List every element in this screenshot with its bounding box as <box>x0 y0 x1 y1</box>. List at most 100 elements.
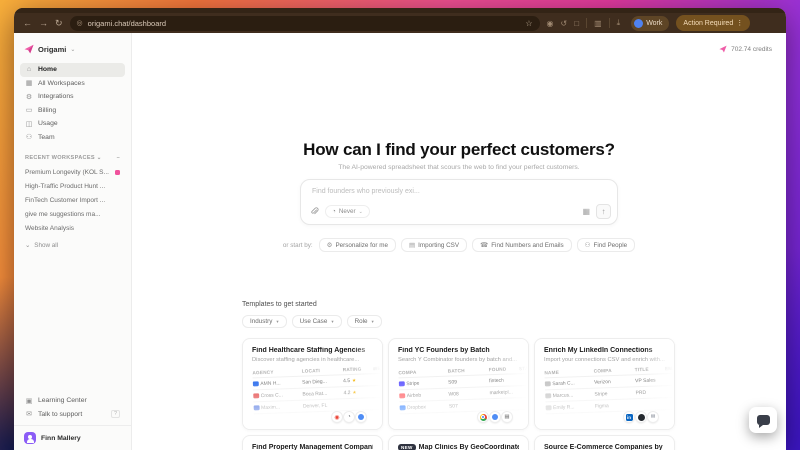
sidebar-item-label: Learning Center <box>38 397 87 404</box>
submit-button[interactable]: ↑ <box>596 204 611 219</box>
mini-table-cell: Verizon <box>594 378 635 385</box>
cell-text: S07 <box>449 403 458 409</box>
bookmark-star-icon[interactable]: ☆ <box>525 19 532 28</box>
sidebar-item-billing[interactable]: ▭Billing <box>20 104 125 118</box>
sidebar-footer: ▣Learning Center✉Talk to support? Finn M… <box>14 390 131 450</box>
collapse-icon[interactable]: – <box>117 155 120 161</box>
mini-table-cell: W08 <box>448 390 489 397</box>
extension-icon[interactable]: ◉ <box>547 19 554 28</box>
new-badge: NEW <box>398 444 416 450</box>
template-card[interactable]: Enrich My LinkedIn ConnectionsImport you… <box>534 338 675 430</box>
mini-table-cell: S07 <box>449 402 490 409</box>
cell-text: Cross C... <box>261 392 283 399</box>
workspace-item[interactable]: Website Analysis <box>14 221 131 235</box>
extension-icon[interactable]: □ <box>574 19 579 28</box>
quick-chip-find-people[interactable]: ⚇Find People <box>577 238 635 252</box>
filter-use-case[interactable]: Use Case▾ <box>292 315 342 328</box>
template-card[interactable]: NEWMap Clinics By GeoCoordinates <box>388 435 529 450</box>
template-card-title: Find Healthcare Staffing Agencies <box>252 347 373 354</box>
favicon-chip <box>545 393 551 399</box>
favicon-chip <box>545 381 551 387</box>
template-card[interactable]: Source E-Commerce Companies by Niche <box>534 435 675 450</box>
sidebar-item-home[interactable]: ⌂Home <box>20 63 125 77</box>
sidebar-item-all-workspaces[interactable]: ▦All Workspaces <box>20 77 125 91</box>
sidebar-item-integrations[interactable]: ⚙Integrations <box>20 90 125 104</box>
overlay-icon-circle <box>478 412 488 422</box>
mini-table-preview: AGENCYLOCATIRATINGWEBSIAMN H...San Dieg.… <box>252 364 383 415</box>
template-card-description: Search Y Combinator founders by batch an… <box>398 357 519 363</box>
download-icon[interactable]: ⤓ <box>617 18 621 28</box>
cell-text: Sarah C... <box>552 380 575 387</box>
favicon-chip <box>400 405 406 411</box>
sidebar-item-talk-to-support[interactable]: ✉Talk to support? <box>20 408 125 422</box>
filter-industry[interactable]: Industry▾ <box>242 315 287 328</box>
sidebar-item-learning-center[interactable]: ▣Learning Center <box>20 394 125 408</box>
quick-chip-importing-csv[interactable]: ▤Importing CSV <box>401 238 467 252</box>
action-required-button[interactable]: Action Required ⋮ <box>676 15 750 31</box>
template-card-title: Enrich My LinkedIn Connections <box>544 347 665 354</box>
workspace-item[interactable]: High-Traffic Product Hunt ... <box>14 179 131 193</box>
favicon-chip <box>254 405 260 411</box>
forward-icon[interactable]: → <box>39 19 48 28</box>
mini-table-cell: 4.2★ <box>343 389 373 396</box>
kebab-menu-icon[interactable]: ⋮ <box>736 19 743 27</box>
schedule-dropdown[interactable]: ◔ Never ⌄ <box>325 205 370 218</box>
sidebar-item-team[interactable]: ⚇Team <box>20 131 125 145</box>
table-view-icon[interactable]: ▦ <box>582 207 590 216</box>
sidebar-item-label: Home <box>38 66 57 73</box>
quick-chip-personalize-for-me[interactable]: ⚙Personalize for me <box>319 238 396 252</box>
github-icon <box>638 414 645 421</box>
chat-bubble-icon <box>757 415 770 425</box>
linkedin-icon: in <box>626 414 633 421</box>
overlay-icon-circle: ◉ <box>332 412 342 422</box>
filter-role[interactable]: Role▾ <box>347 315 382 328</box>
template-card-title: Find Property Management Companies <box>252 444 373 450</box>
people-icon: ⚇ <box>585 241 591 249</box>
chat-widget-button[interactable] <box>749 407 777 433</box>
browser-profile-chip[interactable]: Work <box>631 16 669 31</box>
url-bar[interactable]: ◎ origami.chat/dashboard ☆ <box>70 16 540 31</box>
workspace-item[interactable]: Premium Longevity (KOL S... <box>14 165 131 179</box>
mini-table-cell: marketpl... <box>489 389 519 396</box>
site-info-icon[interactable]: ◎ <box>77 19 83 27</box>
chevron-down-icon[interactable]: ⌄ <box>70 46 75 53</box>
workspace-label: High-Traffic Product Hunt ... <box>25 183 105 190</box>
browser-toolbar: ← → ↻ ◎ origami.chat/dashboard ☆ ◉ ↺ □ ▥… <box>14 13 786 33</box>
template-card[interactable]: Find Healthcare Staffing Agencies Discove… <box>242 338 383 430</box>
sidebar-item-usage[interactable]: ◫Usage <box>20 117 125 131</box>
template-card-title-text: Find Property Management Companies <box>252 444 373 450</box>
recent-workspaces-list: Premium Longevity (KOL S... High-Traffic … <box>14 165 131 235</box>
show-all-button[interactable]: ⌄ Show all <box>14 235 131 256</box>
prompt-input[interactable]: Find founders who previously exi... <box>312 188 420 195</box>
extension-icon[interactable]: ↺ <box>561 19 568 28</box>
mini-table-cell: 4.5★ <box>343 377 373 384</box>
quick-start-row: or start by: ⚙Personalize for me▤Importi… <box>132 238 786 252</box>
brand[interactable]: Origami ⌄ <box>14 33 131 63</box>
mini-table-preview: COMPABATCHFOUNDSTATUStripeS09fintechAirb… <box>398 364 529 415</box>
mini-table-header: WEBSI <box>373 366 383 372</box>
reload-icon[interactable]: ↻ <box>55 19 63 28</box>
credits-chip[interactable]: 702.74 credits <box>719 45 772 53</box>
page-title: How can I find your perfect customers? <box>132 140 786 160</box>
attach-icon[interactable] <box>310 207 319 216</box>
credits-label: 702.74 credits <box>731 46 772 53</box>
prompt-composer[interactable]: Find founders who previously exi... ◔ Ne… <box>300 179 618 225</box>
template-card[interactable]: Find YC Founders by Batch Search Y Combin… <box>388 338 529 430</box>
chip-label: Personalize for me <box>335 242 388 249</box>
workspace-item[interactable]: FinTech Customer Import ... <box>14 193 131 207</box>
quick-chip-find-numbers-and-emails[interactable]: ☎Find Numbers and Emails <box>472 238 572 252</box>
template-card[interactable]: Find Property Management Companies <box>242 435 383 450</box>
template-cards-row2: Find Property Management Companies NEWMap… <box>242 435 774 450</box>
template-card-title: Find YC Founders by Batch <box>398 347 519 354</box>
user-menu[interactable]: Finn Mallery <box>14 425 131 450</box>
team-icon: ⚇ <box>25 133 33 141</box>
workspace-item[interactable]: give me suggestions ma... <box>14 207 131 221</box>
favicon-chip <box>546 405 552 411</box>
side-panel-icon[interactable]: ▥ <box>594 19 602 28</box>
mini-table-cell: Cross C... <box>253 391 302 399</box>
mini-table-cell: Maxim... <box>254 403 303 411</box>
cell-text: VP Sales <box>635 377 656 384</box>
mini-table-cell: San Dieg... <box>302 378 343 385</box>
back-icon[interactable]: ← <box>23 19 32 28</box>
template-card-description: Discover staffing agencies in healthcare… <box>252 357 373 363</box>
